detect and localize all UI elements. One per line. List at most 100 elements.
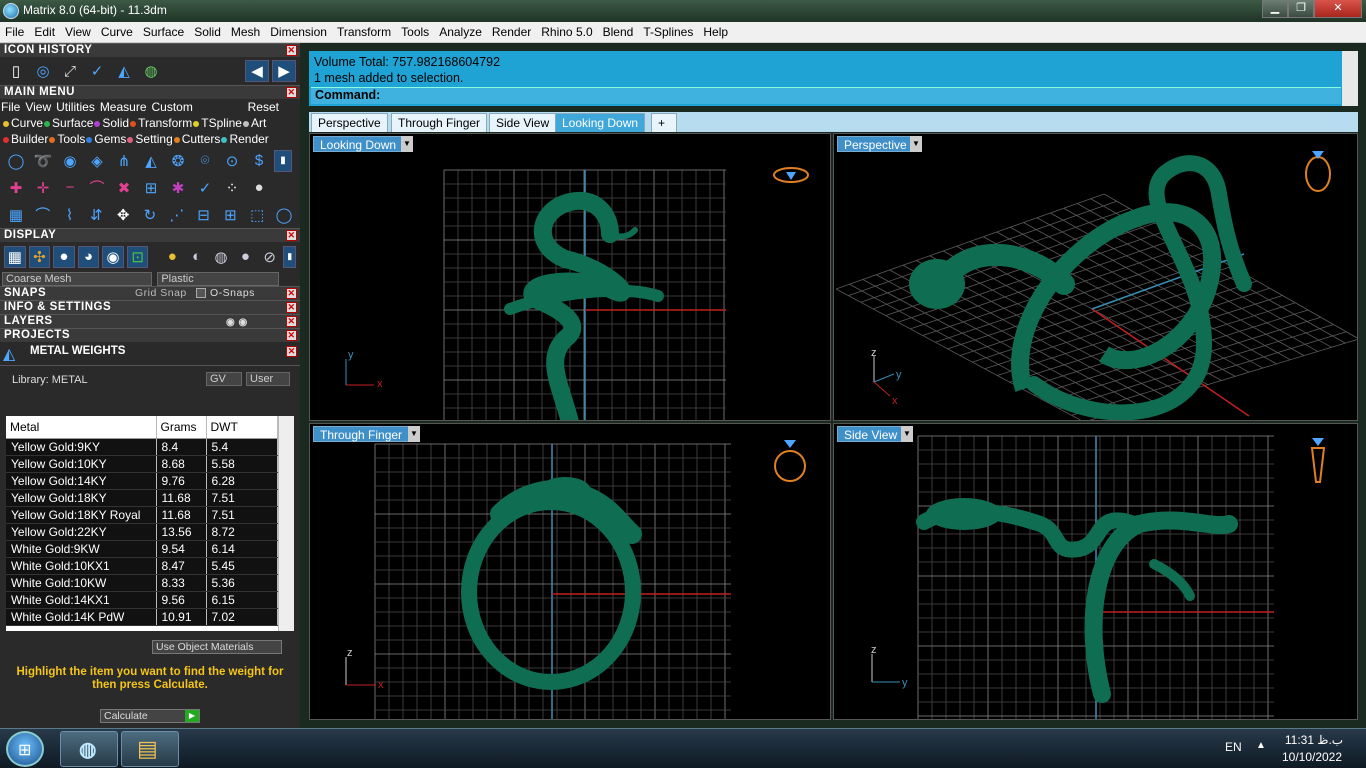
loop-icon[interactable]: ◯	[272, 204, 296, 226]
setting-icon[interactable]: ❂	[166, 150, 190, 172]
cubes-icon[interactable]: ▦	[4, 204, 28, 226]
submenu-custom[interactable]: Custom	[152, 100, 193, 114]
menu-file[interactable]: File	[0, 22, 29, 39]
table-row[interactable]: Yellow Gold:14KY 9.76 6.28	[6, 472, 278, 490]
select-icon[interactable]: ⬚	[245, 204, 269, 226]
knot-icon[interactable]: ✖	[112, 177, 136, 199]
mesh-mode-select[interactable]: Coarse Mesh	[2, 272, 152, 286]
close-icon[interactable]: ✕	[286, 316, 297, 327]
main-menu-header[interactable]: MAIN MENU ✕	[0, 85, 300, 99]
add-tab-button[interactable]: +	[651, 113, 677, 132]
table-row[interactable]: White Gold:10KX1 8.47 5.45	[6, 557, 278, 575]
table-row[interactable]: Yellow Gold:22KY 13.56 8.72	[6, 523, 278, 541]
gv-toggle[interactable]: GV	[206, 372, 242, 386]
curve-icon[interactable]: ⌒	[31, 204, 55, 226]
start-button[interactable]: ⊞	[6, 731, 44, 767]
viewport-perspective[interactable]: z y x Perspective ▼	[833, 133, 1358, 421]
use-object-materials-checkbox[interactable]: Use Object Materials	[152, 640, 282, 654]
expand-icon[interactable]: ▮	[274, 149, 292, 172]
history-forward-icon[interactable]: ▶	[272, 60, 296, 82]
prong-icon[interactable]: ⋔	[112, 150, 136, 172]
command-scrollbar[interactable]	[1342, 51, 1358, 106]
material-select[interactable]: Plastic	[157, 272, 280, 286]
category-transform[interactable]: Transform	[129, 116, 192, 130]
menu-solid[interactable]: Solid	[189, 22, 226, 39]
viewport-label[interactable]: Perspective	[837, 136, 914, 152]
column-metal[interactable]: Metal	[6, 416, 157, 439]
category-surface[interactable]: Surface	[43, 116, 93, 130]
chevron-down-icon[interactable]: ▼	[408, 426, 420, 442]
silver-material-icon[interactable]: ◐	[186, 246, 207, 268]
icon-history-header[interactable]: ICON HISTORY ✕	[0, 43, 300, 57]
add-point-icon[interactable]: ✚	[4, 177, 28, 199]
display-header[interactable]: DISPLAY ✕	[0, 228, 300, 242]
menu-tools[interactable]: Tools	[396, 22, 434, 39]
band-icon[interactable]: ⊙	[220, 150, 244, 172]
language-indicator[interactable]: EN	[1225, 740, 1242, 754]
category-gems[interactable]: Gems	[85, 132, 126, 146]
table-row[interactable]: White Gold:14K PdW 10.91 7.02	[6, 608, 278, 626]
history-back-icon[interactable]: ◀	[245, 60, 269, 82]
tab-looking-down[interactable]: Looking Down	[555, 113, 646, 132]
array-icon[interactable]: ⋰	[165, 204, 189, 226]
submenu-file[interactable]: File	[1, 100, 20, 114]
render-icon[interactable]: ◍	[139, 60, 163, 82]
close-icon[interactable]: ✕	[286, 288, 297, 299]
offset-icon[interactable]: ⌇	[58, 204, 82, 226]
menu-view[interactable]: View	[60, 22, 96, 39]
projects-header[interactable]: PROJECTS ✕	[0, 328, 300, 342]
check-icon[interactable]: ✓	[193, 177, 217, 199]
ring-icon[interactable]: ◉	[58, 150, 82, 172]
xray-icon[interactable]: ◉	[102, 245, 124, 268]
sphere-icon[interactable]: ●	[247, 177, 271, 199]
command-input[interactable]: Command:	[311, 87, 1341, 104]
menu-help[interactable]: Help	[698, 22, 733, 39]
chevron-down-icon[interactable]: ▼	[910, 136, 922, 152]
taskbar-explorer[interactable]: ▤	[121, 731, 179, 767]
expand-icon[interactable]: ▮	[283, 245, 297, 268]
menu-surface[interactable]: Surface	[138, 22, 189, 39]
clock-date[interactable]: 10/10/2022	[1280, 750, 1344, 764]
move-points-icon[interactable]: ⤢	[58, 60, 82, 82]
minimize-button[interactable]: ▁	[1262, 0, 1288, 18]
technical-icon[interactable]: ⊡	[126, 245, 149, 268]
gold-material-icon[interactable]: ●	[162, 246, 183, 268]
osnaps-checkbox[interactable]	[196, 288, 206, 298]
category-cutters[interactable]: Cutters	[173, 132, 220, 146]
shank-icon[interactable]: ➰	[31, 150, 55, 172]
menu-edit[interactable]: Edit	[29, 22, 60, 39]
chevron-down-icon[interactable]: ▼	[401, 136, 413, 152]
close-button[interactable]: ✕	[1314, 0, 1362, 18]
close-icon[interactable]: ✕	[286, 230, 297, 241]
pave-icon[interactable]: ⁘	[220, 177, 244, 199]
wireframe-icon[interactable]: ▦	[4, 245, 26, 268]
close-icon[interactable]: ✕	[286, 45, 297, 56]
table-row[interactable]: White Gold:9KW 9.54 6.14	[6, 540, 278, 558]
menu-curve[interactable]: Curve	[96, 22, 138, 39]
calculate-button[interactable]: Calculate ▶	[100, 709, 200, 723]
ghosted-icon[interactable]: ✣	[28, 245, 51, 268]
tab-side-view[interactable]: Side View	[489, 113, 557, 132]
viewport-label[interactable]: Looking Down	[313, 136, 404, 152]
menu-tsplines[interactable]: T-Splines	[638, 22, 698, 39]
reset-button[interactable]: Reset	[248, 100, 279, 114]
column-dwt[interactable]: DWT	[206, 416, 278, 439]
category-curve[interactable]: Curve	[2, 116, 43, 130]
menu-dimension[interactable]: Dimension	[265, 22, 332, 39]
circle-tool-icon[interactable]: ◎	[31, 60, 55, 82]
viewport-through-finger[interactable]: z x Through Finger ▼	[309, 423, 831, 720]
scale-icon[interactable]: ⊞	[219, 204, 243, 226]
new-file-icon[interactable]: ▯	[4, 60, 28, 82]
table-row[interactable]: Yellow Gold:18KY Royal 11.68 7.51	[6, 506, 278, 524]
close-icon[interactable]: ✕	[286, 87, 297, 98]
mirror-icon[interactable]: ⊟	[192, 204, 216, 226]
bezel-icon[interactable]: ◈	[85, 150, 109, 172]
menu-rhino[interactable]: Rhino 5.0	[536, 22, 597, 39]
split-icon[interactable]: ⇵	[84, 204, 108, 226]
rendered-icon[interactable]: ◕	[77, 245, 100, 268]
viewport-label[interactable]: Side View	[837, 426, 905, 442]
cutter-icon[interactable]: ⌾	[193, 150, 217, 172]
submenu-utilities[interactable]: Utilities	[56, 100, 95, 114]
table-row[interactable]: White Gold:10KW 8.33 5.36	[6, 574, 278, 592]
grid-snap-toggle[interactable]: Grid Snap	[135, 287, 187, 300]
